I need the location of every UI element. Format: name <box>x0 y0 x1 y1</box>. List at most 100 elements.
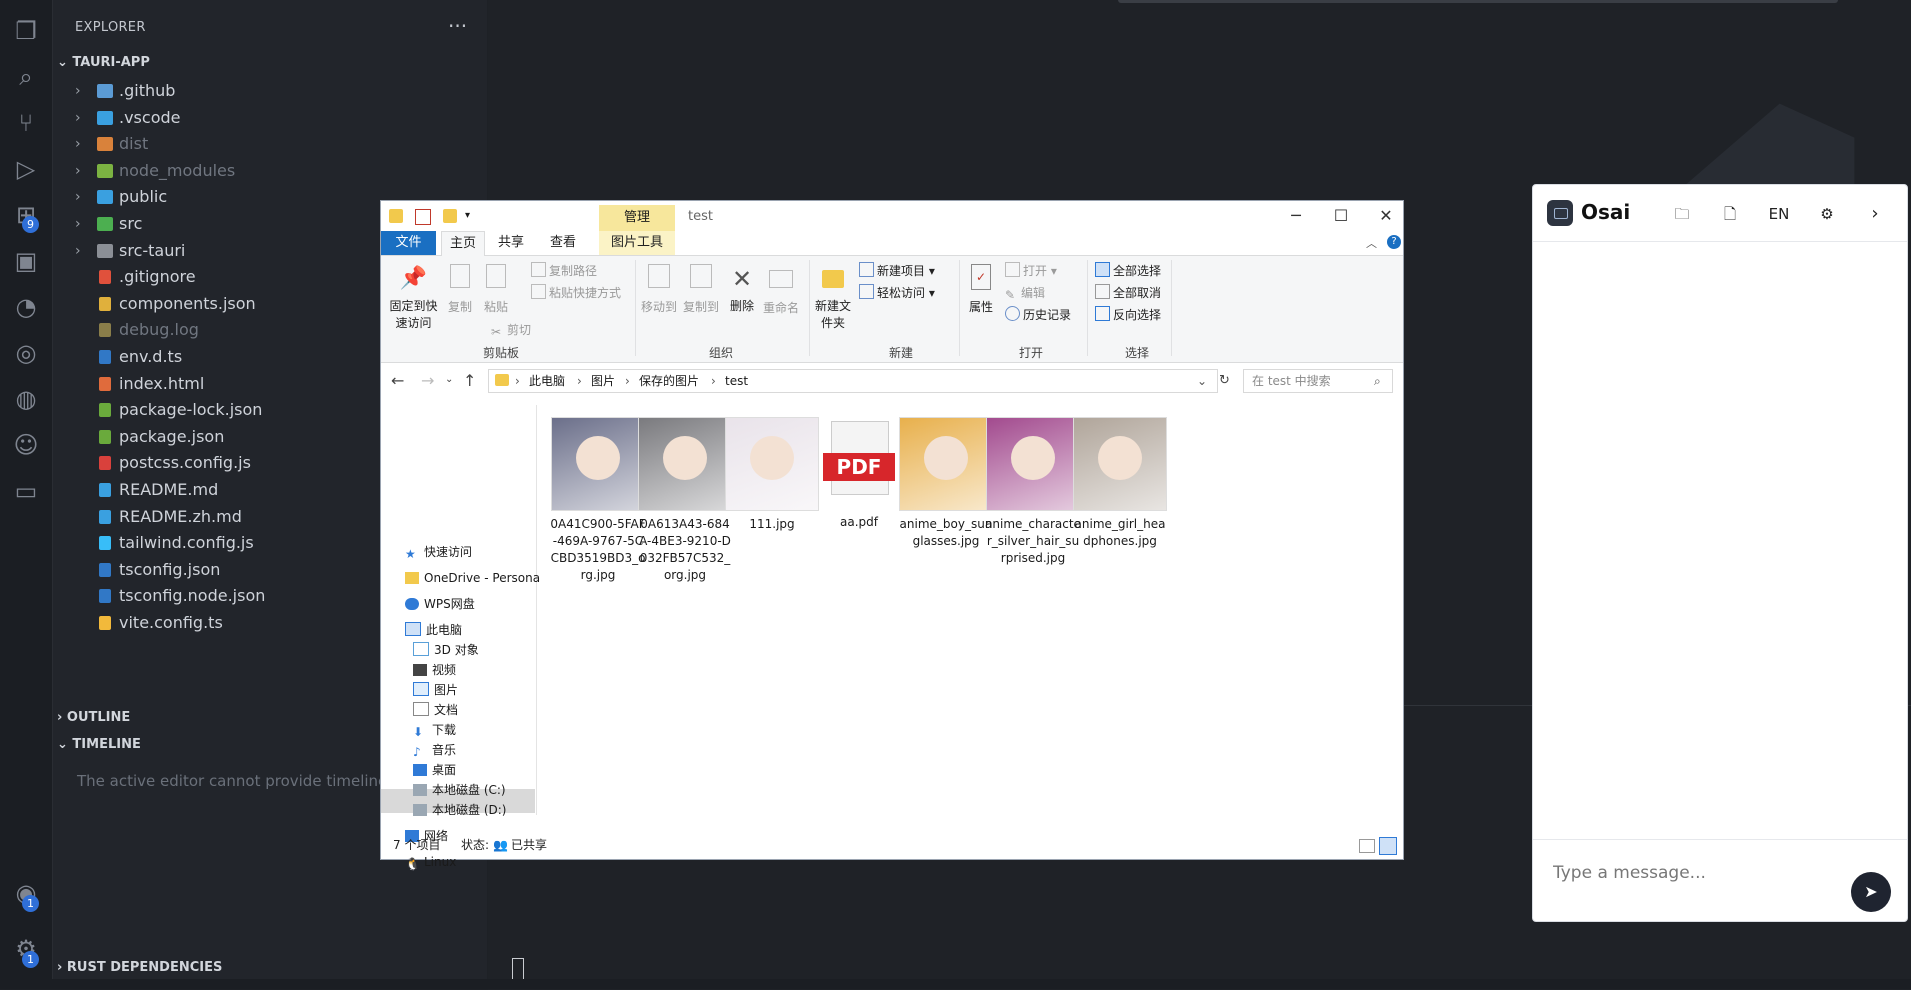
nav-pictures[interactable]: 图片 <box>413 679 458 701</box>
file-name: 111.jpg <box>749 517 795 531</box>
source-control-icon[interactable]: ⑂ <box>11 108 41 138</box>
timeline-header[interactable]: ⌄ TIMELINE <box>57 737 141 752</box>
tree-item[interactable]: › node_modules <box>53 158 487 184</box>
chevron-right-icon[interactable]: › <box>1863 202 1887 226</box>
new-item-button[interactable]: 新建项目 ▾ <box>859 262 935 279</box>
file-tile[interactable]: anime_boy_sunglasses.jpg <box>898 417 994 550</box>
file-tile[interactable]: 111.jpg <box>724 417 820 533</box>
more-actions-icon[interactable]: ··· <box>448 14 467 38</box>
tree-item-label: package.json <box>119 426 225 446</box>
file-tile[interactable]: anime_girl_headphones.jpg <box>1072 417 1168 550</box>
remote-icon[interactable]: ◔ <box>11 292 41 322</box>
back-icon[interactable]: ← <box>391 371 404 390</box>
nav-desktop[interactable]: 桌面 <box>413 759 456 781</box>
run-debug-icon[interactable]: ▷ <box>11 154 41 184</box>
nav-music[interactable]: ♪ 音乐 <box>413 739 456 761</box>
rename-button[interactable]: 重命名 <box>761 264 801 316</box>
pin-quick-access-button[interactable]: 📌 固定到快速访问 <box>386 264 441 331</box>
file-tile[interactable]: PDF aa.pdf <box>811 417 907 531</box>
command-center[interactable] <box>1118 0 1838 3</box>
details-view-icon[interactable] <box>1359 839 1375 853</box>
collapse-ribbon-icon[interactable]: ︿ <box>1366 235 1377 251</box>
folder-open-icon[interactable]: 🗀 <box>1670 202 1694 226</box>
search-box[interactable]: 在 test 中搜索 ⌕ <box>1243 369 1393 393</box>
file-tile[interactable]: 0A613A43-684A-4BE3-9210-D032FB57C532_org… <box>637 417 733 584</box>
nav-wps[interactable]: WPS网盘 <box>405 593 475 615</box>
tree-item[interactable]: › .github <box>53 78 487 104</box>
new-folder-button[interactable]: 新建文件夹 <box>813 264 853 331</box>
message-input[interactable] <box>1551 860 1855 886</box>
up-icon[interactable]: ↑ <box>463 371 476 390</box>
nav-disk-c[interactable]: 本地磁盘 (C:) <box>413 779 506 801</box>
edit-button[interactable]: ✎ 编辑 <box>1005 284 1045 302</box>
copilot-icon[interactable]: ☺ <box>11 430 41 460</box>
nav-documents[interactable]: 文档 <box>413 699 458 721</box>
select-all-button[interactable]: 全部选择 <box>1095 262 1161 279</box>
file-type-icon <box>99 509 111 524</box>
move-to-button[interactable]: 移动到 <box>639 264 679 315</box>
nav-quick-access[interactable]: ★ 快速访问 <box>405 541 472 563</box>
copy-to-button[interactable]: 复制到 <box>681 264 721 315</box>
large-icons-view-icon[interactable] <box>1379 837 1397 855</box>
chat-icon[interactable]: ▭ <box>11 476 41 506</box>
refresh-icon[interactable]: ↻ <box>1219 373 1230 388</box>
breadcrumb-test[interactable]: test <box>725 370 748 392</box>
cut-button[interactable]: ✂ 剪切 <box>491 321 532 339</box>
properties-qat-icon[interactable] <box>415 209 431 225</box>
breadcrumb-saved-pictures[interactable]: 保存的图片 <box>639 370 699 392</box>
customize-qat-icon[interactable]: ▾ <box>465 209 479 223</box>
invert-selection-button[interactable]: 反向选择 <box>1095 306 1161 323</box>
minimize-icon[interactable]: ─ <box>1281 205 1311 227</box>
tab-view[interactable]: 查看 <box>543 231 583 255</box>
paste-button[interactable]: 粘贴 <box>479 264 513 315</box>
tab-share[interactable]: 共享 <box>491 231 531 255</box>
settings-icon[interactable]: ⚙ <box>1815 202 1839 226</box>
help-icon[interactable]: ? <box>1387 235 1401 249</box>
open-button[interactable]: 打开 ▾ <box>1005 262 1057 279</box>
docker-icon[interactable]: ▣ <box>11 246 41 276</box>
copy-button[interactable]: 复制 <box>443 264 477 315</box>
search-icon[interactable]: ⌕ <box>11 62 41 92</box>
copy-path-button[interactable]: 复制路径 <box>531 262 597 279</box>
tab-file[interactable]: 文件 <box>381 231 436 255</box>
tree-item[interactable]: › dist <box>53 131 487 157</box>
breadcrumb-this-pc[interactable]: 此电脑 <box>529 370 565 392</box>
manage-tab[interactable]: 管理 <box>599 205 675 231</box>
cut-label: 剪切 <box>507 323 532 337</box>
select-none-button[interactable]: 全部取消 <box>1095 284 1161 301</box>
new-folder-qat-icon[interactable] <box>443 209 457 223</box>
nav-onedrive-label: OneDrive - Persona <box>424 571 541 585</box>
history-button[interactable]: 历史记录 <box>1005 306 1071 323</box>
nav-disk-d[interactable]: 本地磁盘 (D:) <box>413 799 506 821</box>
git-graph-icon[interactable]: ◎ <box>11 338 41 368</box>
file-tile[interactable]: anime_character_silver_hair_surprised.jp… <box>985 417 1081 567</box>
recent-locations-icon[interactable]: ⌄ <box>445 374 453 385</box>
easy-access-button[interactable]: 轻松访问 ▾ <box>859 284 935 301</box>
nav-videos[interactable]: 视频 <box>413 659 456 681</box>
nav-downloads[interactable]: ⬇ 下载 <box>413 719 456 741</box>
breadcrumb-pictures[interactable]: 图片 <box>591 370 615 392</box>
close-icon[interactable]: ✕ <box>1371 205 1401 227</box>
nav-onedrive[interactable]: OneDrive - Persona <box>405 567 540 589</box>
file-icon[interactable]: 🗋 <box>1718 202 1742 226</box>
nav-this-pc[interactable]: 此电脑 <box>405 619 462 641</box>
maximize-icon[interactable]: ☐ <box>1326 205 1356 227</box>
outline-header[interactable]: › OUTLINE <box>57 710 130 725</box>
file-tile[interactable]: 0A41C900-5FAF-469A-9767-5CCBD3519BD3_org… <box>550 417 646 584</box>
rust-deps-header[interactable]: › RUST DEPENDENCIES <box>57 960 222 975</box>
language-button[interactable]: EN <box>1763 202 1795 226</box>
tree-item[interactable]: › .vscode <box>53 105 487 131</box>
delete-button[interactable]: ✕ 删除 <box>725 264 759 314</box>
address-bar[interactable]: › 此电脑 › 图片 › 保存的图片 › test ⌄ <box>488 369 1218 393</box>
tab-picture-tools[interactable]: 图片工具 <box>599 231 675 255</box>
forward-icon[interactable]: → <box>421 371 434 390</box>
files-icon[interactable]: ❐ <box>11 16 41 46</box>
send-icon[interactable]: ➤ <box>1851 872 1891 912</box>
paste-shortcut-button[interactable]: 粘贴快捷方式 <box>531 284 621 301</box>
address-dropdown-icon[interactable]: ⌄ <box>1197 370 1207 392</box>
nav-3d-objects[interactable]: 3D 对象 <box>413 639 479 661</box>
tab-home[interactable]: 主页 <box>441 231 485 256</box>
gitlens-icon[interactable]: ◍ <box>11 384 41 414</box>
project-header[interactable]: ⌄ TAURI-APP <box>57 55 150 70</box>
properties-button[interactable]: ✓ 属性 <box>963 264 999 315</box>
